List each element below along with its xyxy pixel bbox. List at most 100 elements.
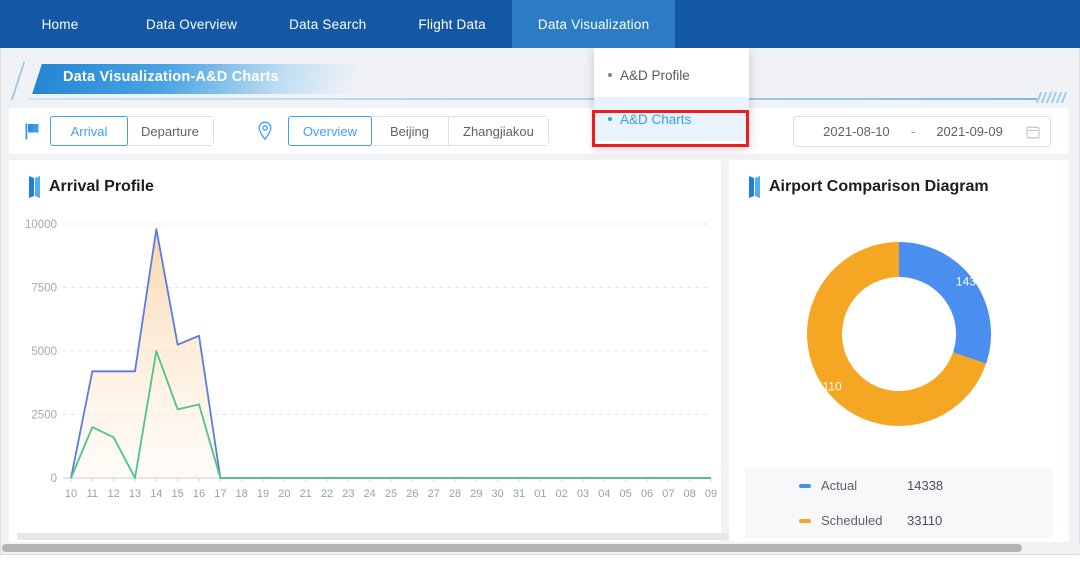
page-title-banner: Data Visualization-A&D Charts [9, 60, 1069, 104]
donut-legend: Actual 14338 Scheduled 33110 [745, 468, 1053, 538]
svg-text:19: 19 [257, 488, 269, 500]
svg-text:03: 03 [577, 488, 589, 500]
svg-text:25: 25 [385, 488, 397, 500]
svg-text:11: 11 [87, 488, 98, 500]
airport-comparison-header: Airport Comparison Diagram [729, 160, 1069, 198]
panel-title-text: Arrival Profile [49, 178, 154, 195]
ribbon-icon [29, 176, 40, 198]
chart-x-axis-labels: 10 11 12 13 14 15 16 17 18 19 20 21 22 23 24 25 26 27 28 29… [65, 478, 717, 500]
dropdown-item-label: A&D Charts [620, 111, 692, 127]
svg-text:23: 23 [342, 488, 354, 500]
chart-y-axis-labels: 0 2500 5000 7500 10000 [25, 219, 57, 485]
nav-label: Data Search [289, 16, 367, 32]
svg-text:2500: 2500 [31, 410, 57, 422]
airport-option-overview[interactable]: Overview [287, 116, 372, 146]
banner-divider [27, 98, 1037, 100]
svg-text:21: 21 [300, 488, 312, 500]
legend-value-scheduled: 33110 [907, 513, 943, 528]
calendar-icon[interactable] [1026, 125, 1040, 139]
nav-item-data-visualization[interactable]: Data Visualization [511, 0, 676, 48]
filter-toolbar: Arrival Departure Overview Beijing Zhang… [9, 108, 1069, 154]
panel-inner-scrollbar[interactable] [17, 533, 729, 540]
svg-text:5000: 5000 [31, 346, 57, 358]
svg-text:18: 18 [236, 488, 248, 500]
page-scroll-thumb[interactable] [2, 544, 1022, 552]
segment-label: Beijing [389, 123, 430, 139]
donut-label-scheduled: 33110 [809, 380, 842, 394]
svg-text:13: 13 [129, 488, 141, 500]
nav-label: Data Overview [146, 16, 238, 32]
svg-text:08: 08 [684, 488, 696, 500]
ribbon-icon [749, 176, 760, 198]
legend-label-actual: Actual [821, 478, 858, 493]
legend-label-scheduled: Scheduled [821, 513, 883, 528]
dropdown-item-label: A&D Profile [620, 67, 690, 83]
main-navbar: Home Data Overview Data Search Flight Da… [0, 0, 1080, 48]
arrival-profile-chart: 0 2500 5000 7500 10000 10 11 12 13 14 15 16 17 18 19 2… [25, 219, 717, 500]
svg-text:7500: 7500 [31, 283, 57, 295]
svg-text:31: 31 [513, 488, 525, 500]
nav-label: Flight Data [418, 16, 486, 32]
svg-text:20: 20 [278, 488, 290, 500]
nav-item-home[interactable]: Home [0, 0, 120, 48]
banner-ticks-decoration [1035, 92, 1068, 103]
app-root: Home Data Overview Data Search Flight Da… [0, 0, 1080, 563]
nav-item-data-search[interactable]: Data Search [263, 0, 392, 48]
airport-comparison-donut-chart: 14338 33110 [807, 242, 991, 426]
svg-text:15: 15 [172, 488, 184, 500]
dropdown-item-ad-charts[interactable]: A&D Charts [594, 97, 749, 141]
svg-text:05: 05 [620, 488, 632, 500]
svg-text:09: 09 [705, 488, 717, 500]
segment-label: Zhangjiakou [463, 123, 534, 139]
svg-text:10: 10 [65, 488, 77, 500]
date-range-end: 2021-09-09 [936, 124, 1003, 139]
svg-text:30: 30 [492, 488, 504, 500]
legend-row-actual[interactable]: Actual 14338 [745, 468, 1053, 503]
nav-label: Home [41, 16, 79, 32]
arrival-profile-header: Arrival Profile [9, 160, 721, 198]
location-pin-icon [254, 120, 276, 142]
legend-row-scheduled[interactable]: Scheduled 33110 [745, 503, 1053, 538]
svg-text:14: 14 [150, 488, 162, 500]
donut-slice-actual[interactable] [899, 242, 991, 364]
direction-option-arrival[interactable]: Arrival [50, 116, 128, 146]
svg-text:06: 06 [641, 488, 653, 500]
panel-inner-scroll-thumb[interactable] [17, 533, 729, 540]
dropdown-item-ad-profile[interactable]: A&D Profile [594, 53, 749, 97]
svg-text:24: 24 [364, 488, 376, 500]
donut-slices [807, 242, 991, 426]
airport-comparison-panel: Airport Comparison Diagram 14338 33110 Ac… [729, 160, 1069, 542]
svg-text:27: 27 [428, 488, 440, 500]
airport-option-beijing[interactable]: Beijing [371, 117, 449, 145]
direction-button-group: Arrival Departure [50, 116, 214, 146]
date-range-separator: - [910, 124, 916, 139]
svg-text:17: 17 [214, 488, 226, 500]
svg-text:10000: 10000 [25, 219, 57, 231]
chart-series-group [70, 228, 711, 479]
nav-label: Data Visualization [537, 16, 650, 32]
legend-swatch-actual [799, 483, 811, 488]
svg-text:12: 12 [108, 488, 120, 500]
panel-title-text: Airport Comparison Diagram [769, 178, 989, 195]
donut-label-actual: 14338 [956, 274, 990, 288]
svg-text:0: 0 [51, 473, 57, 485]
svg-text:26: 26 [406, 488, 418, 500]
date-range-picker[interactable]: 2021-08-10 - 2021-09-09 [793, 116, 1051, 147]
arrival-profile-panel: Arrival Profile 0 2500 5000 7500 10000 10 11 1… [9, 160, 729, 542]
segment-label: Departure [141, 123, 199, 139]
segment-label: Arrival [70, 123, 108, 139]
svg-text:28: 28 [449, 488, 461, 500]
date-range-start: 2021-08-10 [823, 124, 890, 139]
data-visualization-dropdown: A&D Profile A&D Charts [594, 48, 749, 147]
legend-swatch-scheduled [799, 518, 811, 523]
svg-text:07: 07 [662, 488, 674, 500]
svg-text:04: 04 [598, 488, 610, 500]
airport-option-zhangjiakou[interactable]: Zhangjiakou [449, 117, 548, 145]
svg-text:16: 16 [193, 488, 205, 500]
svg-text:02: 02 [556, 488, 568, 500]
nav-item-flight-data[interactable]: Flight Data [392, 0, 511, 48]
nav-item-data-overview[interactable]: Data Overview [120, 0, 263, 48]
flag-icon [25, 123, 40, 140]
page-horizontal-scrollbar[interactable] [2, 543, 1080, 553]
direction-option-departure[interactable]: Departure [127, 117, 213, 145]
